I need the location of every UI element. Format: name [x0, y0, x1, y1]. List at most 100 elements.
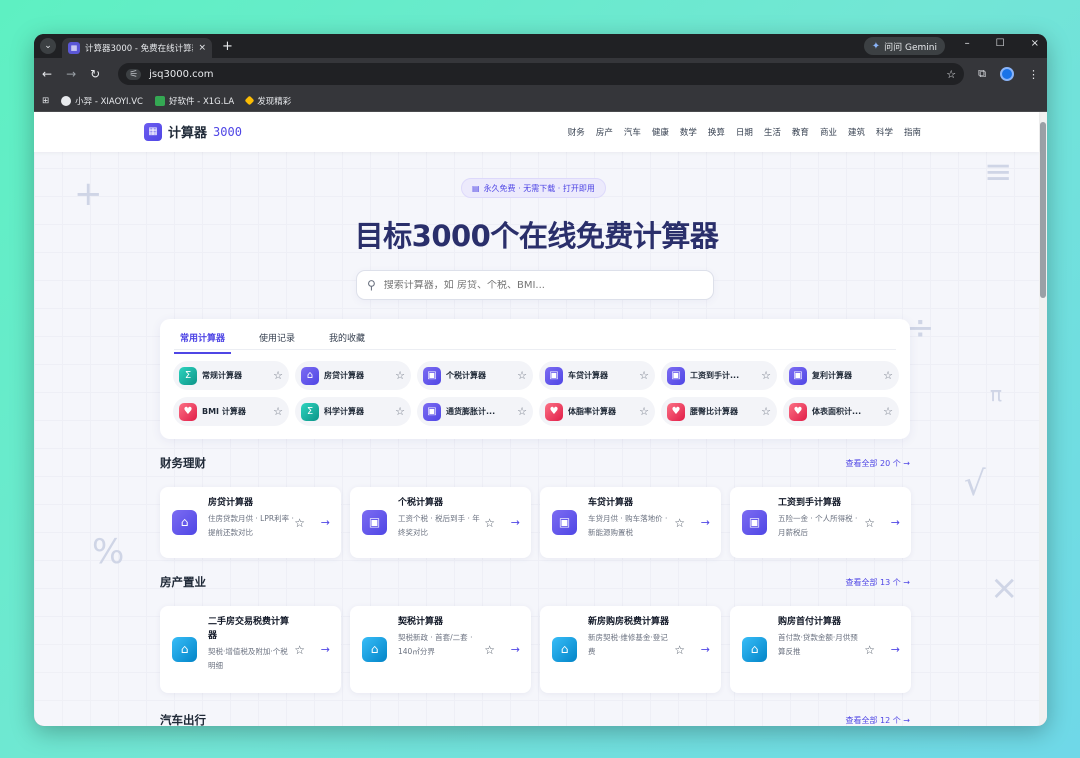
star-icon[interactable]: ☆: [864, 516, 875, 530]
nav-link[interactable]: 商业: [820, 126, 837, 138]
nav-link[interactable]: 指南: [904, 126, 921, 138]
extensions-icon[interactable]: ⧉: [978, 67, 986, 81]
calculator-chip[interactable]: ♥ 腰臀比计算器 ☆: [661, 397, 777, 426]
scrollbar-thumb[interactable]: [1040, 122, 1046, 298]
tab-title: 计算器3000 - 免费在线计算器: [85, 44, 194, 54]
star-icon[interactable]: ☆: [484, 516, 495, 530]
star-icon[interactable]: ☆: [484, 643, 495, 657]
star-icon[interactable]: ☆: [674, 516, 685, 530]
calculator-icon: ♥: [179, 402, 197, 421]
star-icon[interactable]: ☆: [273, 369, 283, 382]
reload-button[interactable]: ↻: [90, 67, 100, 81]
nav-link[interactable]: 教育: [792, 126, 809, 138]
star-icon[interactable]: ☆: [294, 516, 305, 530]
gemini-button[interactable]: ✦ 问问 Gemini: [863, 37, 945, 55]
calculator-chip[interactable]: ▣ 通货膨胀计... ☆: [417, 397, 533, 426]
card-body: 个税计算器 工资个税 · 税后到手 · 年终奖对比: [398, 496, 484, 540]
calculator-card[interactable]: ⌂ 二手房交易税费计算器 契税·增值税及附加·个税明细 ☆ →: [160, 606, 341, 693]
arrow-right-icon[interactable]: →: [321, 643, 330, 656]
arrow-right-icon[interactable]: →: [701, 516, 710, 529]
nav-link[interactable]: 生活: [764, 126, 781, 138]
section-title: 汽车出行: [160, 713, 206, 726]
star-icon[interactable]: ☆: [761, 405, 771, 418]
calculator-icon: ⌂: [172, 509, 197, 535]
tabs-divider: [174, 349, 896, 350]
close-window-button[interactable]: ×: [1031, 38, 1039, 49]
new-tab-button[interactable]: +: [222, 39, 233, 54]
forward-button[interactable]: →: [66, 67, 76, 81]
star-icon[interactable]: ☆: [761, 369, 771, 382]
address-bar[interactable]: ⚟ jsq3000.com ☆: [118, 63, 965, 85]
calculator-chip[interactable]: ▣ 个税计算器 ☆: [417, 361, 533, 390]
site-info-icon[interactable]: ⚟: [126, 68, 142, 80]
menu-kebab-icon[interactable]: ⋮: [1028, 68, 1039, 81]
calculator-chip[interactable]: ▣ 车贷计算器 ☆: [539, 361, 655, 390]
bookmark-item[interactable]: 小羿 - XIAOYI.VC: [61, 95, 143, 107]
calculator-card[interactable]: ▣ 工资到手计算器 五险一金 · 个人所得税 · 月薪税后 ☆ →: [730, 487, 911, 558]
nav-link[interactable]: 汽车: [624, 126, 641, 138]
calculator-chip[interactable]: ▣ 复利计算器 ☆: [783, 361, 899, 390]
calculator-card[interactable]: ⌂ 新房购房税费计算器 新房契税·维修基金·登记费 ☆ →: [540, 606, 721, 693]
arrow-right-icon[interactable]: →: [701, 643, 710, 656]
apps-grid-icon[interactable]: ⊞: [42, 96, 49, 106]
star-icon[interactable]: ☆: [639, 405, 649, 418]
calculator-card[interactable]: ▣ 车贷计算器 车贷月供 · 购车落地价 · 新能源购置税 ☆ →: [540, 487, 721, 558]
arrow-right-icon[interactable]: →: [511, 516, 520, 529]
arrow-right-icon[interactable]: →: [891, 643, 900, 656]
calculator-card[interactable]: ▣ 个税计算器 工资个税 · 税后到手 · 年终奖对比 ☆ →: [350, 487, 531, 558]
nav-link[interactable]: 房产: [596, 126, 613, 138]
star-icon[interactable]: ☆: [273, 405, 283, 418]
maximize-button[interactable]: ☐: [996, 38, 1005, 49]
arrow-right-icon[interactable]: →: [891, 516, 900, 529]
bookmark-star-icon[interactable]: ☆: [946, 68, 956, 81]
nav-link[interactable]: 财务: [568, 126, 585, 138]
calculator-chip[interactable]: ♥ 体表面积计... ☆: [783, 397, 899, 426]
nav-link[interactable]: 日期: [736, 126, 753, 138]
nav-link[interactable]: 数学: [680, 126, 697, 138]
view-all-link[interactable]: 查看全部 12 个 →: [845, 715, 910, 726]
calculator-chip[interactable]: Σ 科学计算器 ☆: [295, 397, 411, 426]
calculator-chip[interactable]: ♥ 体脂率计算器 ☆: [539, 397, 655, 426]
chip-label: 复利计算器: [812, 371, 852, 380]
star-icon[interactable]: ☆: [639, 369, 649, 382]
chip-label: BMI 计算器: [202, 407, 246, 416]
minimize-button[interactable]: –: [965, 38, 970, 49]
calculator-card[interactable]: ⌂ 契税计算器 契税新政 · 首套/二套 · 140㎡分界 ☆ →: [350, 606, 531, 693]
nav-link[interactable]: 换算: [708, 126, 725, 138]
tab-search-button[interactable]: ⌄: [40, 38, 56, 54]
star-icon[interactable]: ☆: [883, 405, 893, 418]
scrollbar[interactable]: [1039, 112, 1047, 726]
bookmark-item[interactable]: 发现精彩: [244, 95, 291, 107]
star-icon[interactable]: ☆: [395, 369, 405, 382]
url-text: jsq3000.com: [149, 68, 214, 80]
star-icon[interactable]: ☆: [674, 643, 685, 657]
active-tab[interactable]: ▦ 计算器3000 - 免费在线计算器 ×: [62, 38, 212, 58]
star-icon[interactable]: ☆: [294, 643, 305, 657]
star-icon[interactable]: ☆: [517, 369, 527, 382]
view-all-link[interactable]: 查看全部 20 个 →: [845, 458, 910, 469]
profile-avatar[interactable]: [1000, 67, 1014, 81]
bookmark-item[interactable]: 好软件 - X1G.LA: [154, 95, 234, 107]
view-all-link[interactable]: 查看全部 13 个 →: [845, 577, 910, 588]
star-icon[interactable]: ☆: [395, 405, 405, 418]
star-icon[interactable]: ☆: [517, 405, 527, 418]
nav-link[interactable]: 科学: [876, 126, 893, 138]
window-controls: – ☐ ×: [965, 38, 1039, 49]
calculator-chip[interactable]: ♥ BMI 计算器 ☆: [173, 397, 289, 426]
arrow-right-icon[interactable]: →: [321, 516, 330, 529]
calculator-chip[interactable]: Σ 常规计算器 ☆: [173, 361, 289, 390]
arrow-right-icon[interactable]: →: [511, 643, 520, 656]
back-button[interactable]: ←: [42, 67, 52, 81]
site-logo[interactable]: ▦ 计算器 3000: [144, 122, 242, 141]
nav-link[interactable]: 健康: [652, 126, 669, 138]
star-icon[interactable]: ☆: [883, 369, 893, 382]
calculator-chip[interactable]: ▣ 工资到手计... ☆: [661, 361, 777, 390]
star-icon[interactable]: ☆: [864, 643, 875, 657]
search-box[interactable]: ⚲: [356, 270, 714, 300]
nav-link[interactable]: 建筑: [848, 126, 865, 138]
calculator-card[interactable]: ⌂ 购房首付计算器 首付款·贷款金额·月供预算反推 ☆ →: [730, 606, 911, 693]
search-input[interactable]: [383, 279, 703, 291]
tab-close-icon[interactable]: ×: [198, 43, 206, 53]
calculator-chip[interactable]: ⌂ 房贷计算器 ☆: [295, 361, 411, 390]
calculator-card[interactable]: ⌂ 房贷计算器 住房贷款月供 · LPR利率 · 提前还款对比 ☆ →: [160, 487, 341, 558]
